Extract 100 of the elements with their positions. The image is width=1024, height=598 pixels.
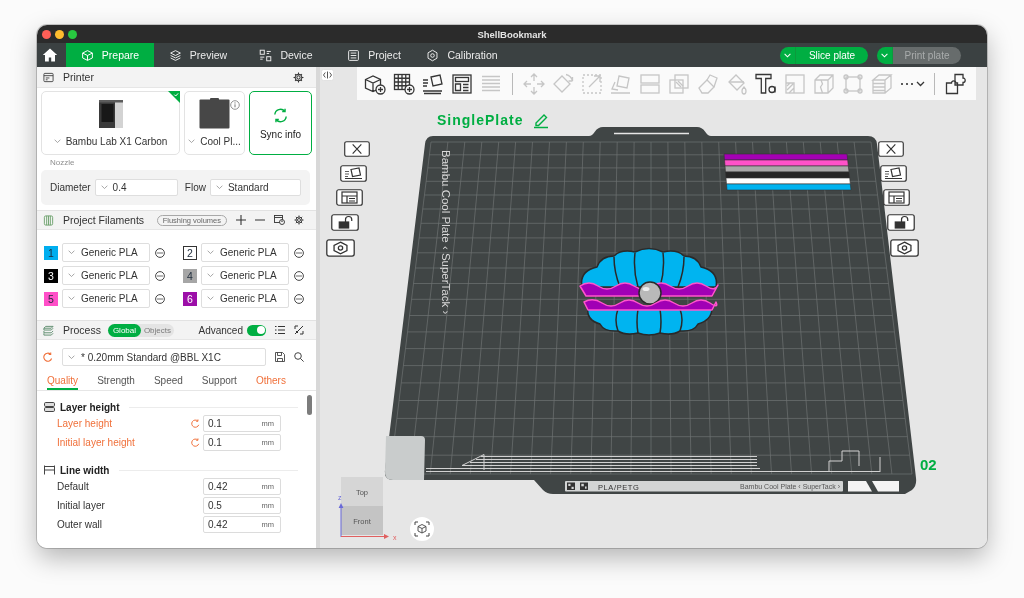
list-icon[interactable] <box>275 325 285 335</box>
padlock-icon[interactable] <box>887 214 915 231</box>
chevron-down-icon <box>207 296 214 301</box>
main-tab[interactable]: Device <box>242 43 330 67</box>
plus-icon[interactable] <box>236 215 246 225</box>
layout-icon[interactable] <box>883 189 910 206</box>
chevron-down-icon <box>100 185 108 190</box>
layout-icon[interactable] <box>336 189 363 206</box>
dots-circle-icon[interactable] <box>294 293 304 304</box>
parameter-label: Layer height <box>57 418 114 429</box>
dots-circle-icon[interactable] <box>155 293 165 304</box>
dots-circle-icon[interactable] <box>294 270 304 281</box>
hexagon-nut-icon <box>426 48 440 62</box>
filament-select[interactable]: Generic PLA <box>62 289 150 308</box>
padlock-icon[interactable] <box>331 214 359 231</box>
spool-icon <box>43 214 54 226</box>
printer-refresh-icon[interactable] <box>274 215 285 225</box>
chevron-down-icon <box>68 250 75 255</box>
flow-label: Flow <box>184 182 206 193</box>
info-icon[interactable] <box>230 100 240 110</box>
settings-tab[interactable]: Strength <box>97 370 135 390</box>
dropdown-button[interactable] <box>877 46 893 64</box>
diameter-select[interactable]: 0.4 <box>94 179 178 196</box>
device-icon <box>259 48 273 62</box>
filament-color-tag[interactable]: 2 <box>183 245 197 260</box>
advanced-toggle[interactable] <box>247 324 266 336</box>
parameter-label: Outer wall <box>57 519 103 530</box>
filament-color-tag[interactable]: 5 <box>44 291 58 306</box>
x-axis <box>340 534 389 539</box>
settings-icon[interactable] <box>294 215 304 225</box>
text-tool-icon[interactable] <box>754 71 778 96</box>
filament-select[interactable]: Generic PLA <box>201 266 289 285</box>
plate-type-label: Bambu Cool Plate ‹ SuperTack › <box>439 150 452 315</box>
auto-arrange-icon[interactable] <box>880 165 907 182</box>
filament-select[interactable]: Generic PLA <box>201 243 289 262</box>
filament-color-tag[interactable]: 4 <box>183 268 197 283</box>
dropdown-button[interactable] <box>780 46 796 64</box>
main-tab[interactable]: Preview <box>154 43 242 67</box>
diagonal-arrows-icon[interactable] <box>294 325 304 335</box>
filament-select[interactable]: Generic PLA <box>201 289 289 308</box>
main-tab[interactable]: Project <box>330 43 418 67</box>
sync-info-button[interactable]: Sync info <box>249 91 312 155</box>
filament-color-tag[interactable]: 3 <box>44 268 58 283</box>
qr-mark-icon <box>580 482 588 490</box>
auto-arrange-icon[interactable] <box>340 165 367 182</box>
chevron-down-icon <box>215 185 223 190</box>
filament-select[interactable]: Generic PLA <box>62 243 150 262</box>
home-icon[interactable] <box>42 47 58 63</box>
settings-icon[interactable] <box>293 71 304 83</box>
clam-shell-model[interactable] <box>579 247 719 336</box>
document-list-icon <box>347 48 361 62</box>
flow-select[interactable]: Standard <box>209 179 301 196</box>
focus-cube-icon[interactable] <box>410 517 434 541</box>
cube-icon <box>80 48 94 62</box>
plate-corner-area <box>384 436 425 480</box>
parameter-label: Initial layer <box>57 500 106 511</box>
filament-color-tag[interactable]: 1 <box>44 245 58 260</box>
scope-option[interactable]: Objects <box>140 323 174 337</box>
printer-icon <box>43 71 54 83</box>
group-title: Layer height <box>60 401 120 413</box>
chevron-down-icon <box>188 139 196 144</box>
minimize-window-icon[interactable] <box>54 29 64 39</box>
settings-tab[interactable]: Support <box>201 370 237 390</box>
filament-select[interactable]: Generic PLA <box>62 266 150 285</box>
grid-mark-icon <box>567 482 575 490</box>
plate-number: 02 <box>920 456 937 473</box>
arrange-layout-icon[interactable] <box>450 71 474 96</box>
close-window-icon[interactable] <box>41 29 51 39</box>
puzzle-icon[interactable] <box>944 71 968 96</box>
chevron-down-icon <box>784 52 791 58</box>
layers-icon <box>168 48 182 62</box>
reset-arrow-icon[interactable] <box>43 352 53 362</box>
zoom-window-icon[interactable] <box>67 29 77 39</box>
group-title: Line width <box>60 464 110 476</box>
plate-type-name: Cool Pl... <box>200 136 241 147</box>
dots-circle-icon[interactable] <box>155 270 165 281</box>
printer-card[interactable]: Bambu Lab X1 Carbon <box>41 91 180 155</box>
bar-frame-icon <box>44 465 55 475</box>
chevron-down-icon <box>68 296 75 301</box>
auto-orient-icon[interactable] <box>421 71 445 96</box>
scrollbar-thumb[interactable] <box>307 395 312 415</box>
filament-color-tag[interactable]: 6 <box>183 291 197 306</box>
collapse-panel-icon[interactable] <box>321 69 334 81</box>
settings-tab[interactable]: Speed <box>153 370 183 390</box>
dots-circle-icon[interactable] <box>155 247 165 258</box>
save-icon[interactable] <box>275 352 285 362</box>
diameter-label: Diameter <box>50 182 91 193</box>
process-preset-select[interactable]: * 0.20mm Standard @BBL X1C <box>62 348 266 366</box>
chevron-down-icon <box>68 354 75 360</box>
dots-circle-icon[interactable] <box>294 247 304 258</box>
grid-plus-icon[interactable] <box>392 71 416 96</box>
plate-type-card[interactable]: Cool Pl... <box>184 91 245 155</box>
search-icon[interactable] <box>294 352 304 362</box>
main-tab[interactable]: Calibration <box>418 43 506 67</box>
close-icon[interactable] <box>344 141 370 157</box>
close-icon[interactable] <box>878 141 904 157</box>
striped-rectangle-model[interactable] <box>723 153 852 191</box>
chevron-down-icon <box>53 139 61 144</box>
layer-bars-icon <box>44 402 55 412</box>
chevron-down-icon <box>881 52 888 58</box>
